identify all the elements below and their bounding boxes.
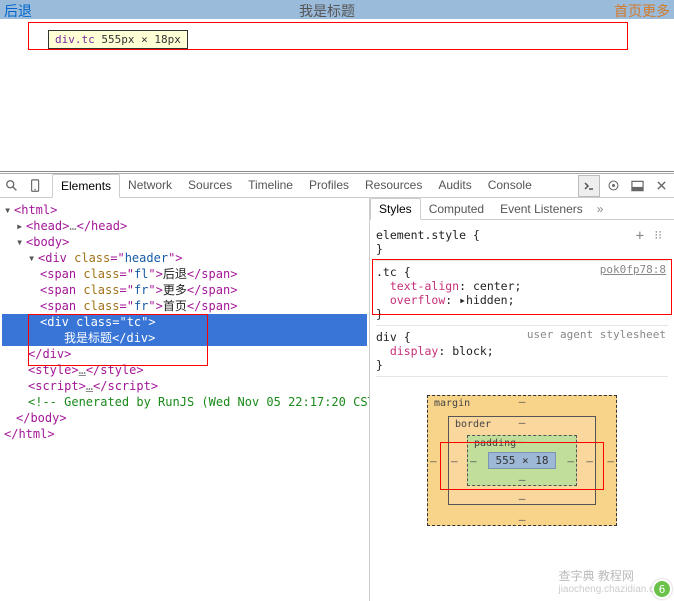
preview-header: 后退 我是标题 首页更多 — [0, 0, 674, 19]
tab-network[interactable]: Network — [120, 174, 180, 198]
devtools-toolbar: Elements Network Sources Timeline Profil… — [0, 174, 674, 198]
page-preview: 后退 我是标题 首页更多 div.tc 555px × 18px — [0, 0, 674, 172]
preview-title: 我是标题 — [48, 1, 606, 21]
dom-selected-div-tc: <div class="tc"> — [2, 314, 367, 330]
rule-element-style: + ⁝⁝ element.style { } — [376, 224, 668, 261]
tab-audits[interactable]: Audits — [430, 174, 479, 198]
badge-counter: 6 — [652, 579, 672, 599]
dom-html-open: ▾<html> — [2, 202, 367, 218]
tab-profiles[interactable]: Profiles — [301, 174, 357, 198]
tab-computed[interactable]: Computed — [421, 199, 492, 219]
styles-pane: Styles Computed Event Listeners » + ⁝⁝ e… — [370, 198, 674, 601]
devtools-panel: Elements Network Sources Timeline Profil… — [0, 173, 674, 601]
dom-span-fr-more: <span class="fr">更多</span> — [2, 282, 367, 298]
device-icon[interactable] — [24, 175, 48, 197]
box-model-padding: padding – – – – 555 × 18 — [467, 435, 577, 486]
settings-icon[interactable] — [602, 175, 624, 197]
new-rule-icon[interactable]: + — [636, 228, 644, 244]
styles-tabs: Styles Computed Event Listeners » — [370, 198, 674, 220]
rule-source-link[interactable]: pok0fp78:8 — [600, 263, 666, 276]
rule-tc: pok0fp78:8 .tc { text-align: center; ove… — [376, 261, 668, 326]
dom-comment: <!-- Generated by RunJS (Wed Nov 05 22:1… — [2, 394, 367, 410]
tab-sources[interactable]: Sources — [180, 174, 240, 198]
nav-right[interactable]: 首页更多 — [614, 1, 670, 21]
close-icon[interactable] — [650, 175, 672, 197]
tooltip-dimensions: 555px × 18px — [101, 33, 180, 46]
dom-style: <style>…</style> — [2, 362, 367, 378]
toggle-console-icon[interactable] — [578, 175, 600, 197]
dom-selected-div-tc-text: 我是标题</div> — [2, 330, 367, 346]
dom-body-open: ▾<body> — [2, 234, 367, 250]
tab-resources[interactable]: Resources — [357, 174, 430, 198]
dom-div-close: </div> — [2, 346, 367, 362]
dock-icon[interactable] — [626, 175, 648, 197]
hover-state-icon[interactable]: ⁝⁝ — [654, 228, 662, 242]
rule-source-ua: user agent stylesheet — [527, 328, 666, 341]
devtools-main-tabs: Elements Network Sources Timeline Profil… — [52, 174, 540, 198]
tooltip-selector: div.tc — [55, 33, 95, 46]
dom-body-close: </body> — [2, 410, 367, 426]
box-model-content: 555 × 18 — [488, 452, 556, 469]
styles-rules[interactable]: + ⁝⁝ element.style { } pok0fp78:8 .tc { … — [370, 220, 674, 381]
box-model-margin: margin – – – – border – – – – padding – — [427, 395, 617, 526]
tab-event-listeners[interactable]: Event Listeners — [492, 199, 591, 219]
box-model-border: border – – – – padding – – – – 555 × 18 — [448, 416, 596, 505]
dom-div-header: ▾<div class="header"> — [2, 250, 367, 266]
dom-tree[interactable]: ▾<html> ▸<head>…</head> ▾<body> ▾<div cl… — [0, 198, 370, 601]
tab-console[interactable]: Console — [480, 174, 540, 198]
dom-html-close: </html> — [2, 426, 367, 442]
tab-elements[interactable]: Elements — [52, 174, 120, 198]
dom-script: <script>…</script> — [2, 378, 367, 394]
inspect-tooltip: div.tc 555px × 18px — [48, 30, 188, 49]
tab-styles[interactable]: Styles — [370, 198, 421, 220]
tab-timeline[interactable]: Timeline — [240, 174, 301, 198]
more-tabs-icon[interactable]: » — [591, 202, 610, 216]
dom-span-fr-home: <span class="fr">首页</span> — [2, 298, 367, 314]
dom-head: ▸<head>…</head> — [2, 218, 367, 234]
back-link[interactable]: 后退 — [4, 1, 32, 21]
dom-span-fl: <span class="fl">后退</span> — [2, 266, 367, 282]
rule-div: user agent stylesheet div { display: blo… — [376, 326, 668, 377]
inspect-icon[interactable] — [0, 175, 24, 197]
